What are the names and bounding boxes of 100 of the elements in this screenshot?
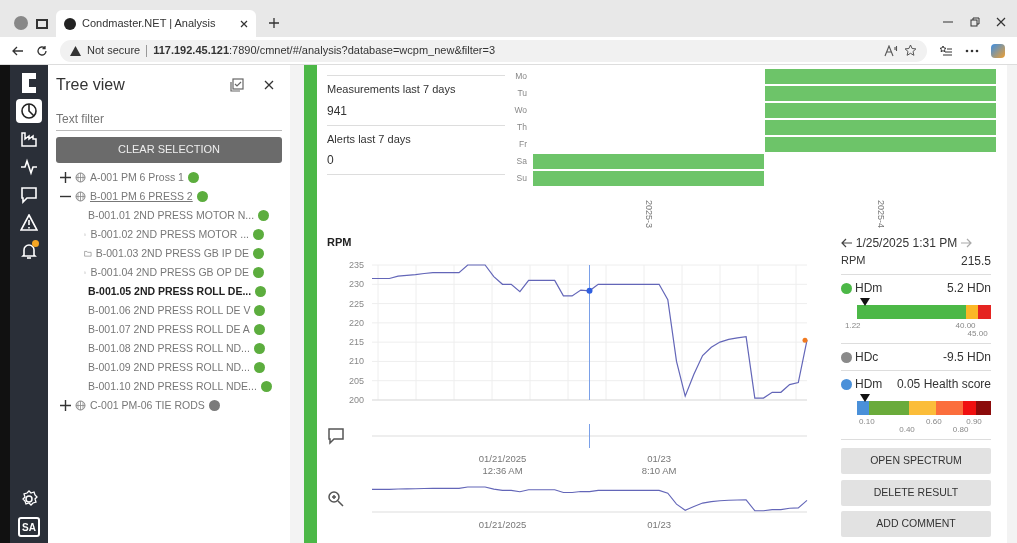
day-label: Wo	[514, 105, 527, 115]
tick-label: 205	[348, 375, 364, 386]
scale-label: 0.90	[966, 416, 982, 427]
expand-icon[interactable]	[60, 172, 71, 183]
address-bar[interactable]: Not secure 117.192.45.121:7890/cmnet/#/analysis?database=wcpm_new&filter=3	[60, 39, 927, 62]
tree-node[interactable]: B-001 PM 6 PRESS 2	[90, 188, 193, 205]
date-label: 01/23	[646, 517, 672, 532]
tree-item[interactable]: B-001.04 2ND PRESS GB OP DE	[90, 264, 249, 281]
measure-label: HDc	[855, 349, 879, 367]
url-text: 117.192.45.121:7890/cmnet/#/analysis?database=wcpm_new&filter=3	[153, 43, 496, 59]
date-text: 1/25/2025 1:31 PM	[855, 235, 958, 253]
date-label: 01/21/2025	[477, 517, 528, 532]
time-label: 8:10 AM	[640, 464, 678, 476]
rail-button[interactable]	[16, 99, 42, 123]
back-icon[interactable]	[12, 45, 24, 56]
browser-tab[interactable]: Condmaster.NET | Analysis	[56, 10, 256, 37]
read-aloud-icon[interactable]	[884, 44, 898, 57]
measure-value: 0.05 Health score	[896, 376, 991, 394]
tree-item[interactable]: B-001.06 2ND PRESS ROLL DE V	[88, 302, 251, 319]
comment-icon[interactable]	[327, 426, 345, 445]
pulse-icon	[20, 158, 38, 176]
close-icon[interactable]	[264, 80, 274, 90]
tick-label: 200	[348, 394, 364, 405]
pie-chart-icon	[20, 102, 38, 120]
close-icon[interactable]	[996, 17, 1006, 27]
week-label: 2025-4	[874, 200, 887, 229]
scale-label: 1.22	[845, 320, 861, 333]
tree-item[interactable]: B-001.09 2ND PRESS ROLL ND...	[88, 359, 250, 376]
tree-item[interactable]: B-001.01 2ND PRESS MOTOR N...	[88, 207, 255, 224]
measure-label: HDm	[855, 280, 883, 298]
clear-selection-button[interactable]: CLEAR SELECTION	[56, 136, 282, 163]
measure-value: 215.5	[960, 253, 991, 271]
tree-item[interactable]: B-001.03 2ND PRESS GB IP DE	[95, 245, 249, 262]
globe-icon	[75, 191, 86, 202]
tree-item[interactable]: A-001 PM 6 Pross 1	[90, 169, 184, 186]
scale-label: 0.80	[952, 424, 969, 437]
pointer-icon	[860, 298, 871, 307]
stat-value: 941	[327, 102, 349, 120]
warning-icon	[70, 45, 81, 56]
scrollbar[interactable]	[1007, 65, 1017, 543]
day-label: Th	[517, 122, 527, 132]
measure-label: RPM	[841, 253, 866, 269]
scale-label: 45.00	[967, 328, 988, 341]
reload-icon[interactable]	[36, 44, 48, 57]
day-label: Sa	[516, 156, 527, 166]
tab-title: Condmaster.NET | Analysis	[82, 16, 216, 32]
stat-value: 0	[327, 152, 335, 169]
tick-label: 225	[348, 298, 364, 309]
action-button[interactable]: OPEN SPECTRUM	[841, 448, 991, 475]
panel-title: Tree view	[56, 75, 125, 95]
tick-label: 210	[348, 355, 364, 366]
day-label: Fr	[518, 139, 527, 149]
chat-icon	[20, 186, 38, 204]
tree-item[interactable]: B-001.05 2ND PRESS ROLL DE...	[88, 283, 252, 300]
user-avatar[interactable]: SA	[18, 517, 40, 537]
action-button[interactable]: ADD COMMENT	[841, 511, 991, 538]
scale-label: 0.40	[899, 424, 915, 437]
new-tab-icon[interactable]	[268, 17, 280, 29]
action-button[interactable]: DELETE RESULT	[841, 479, 991, 506]
tick-label: 220	[348, 317, 364, 328]
security-label: Not secure	[87, 43, 141, 59]
restore-icon[interactable]	[969, 17, 980, 27]
day-label: Su	[516, 173, 527, 183]
more-icon[interactable]	[965, 48, 979, 53]
tree-item[interactable]: B-001.07 2ND PRESS ROLL DE A	[88, 321, 250, 338]
selected-point[interactable]	[586, 287, 593, 294]
date-label: 01/21/2025	[477, 452, 528, 464]
close-icon[interactable]	[240, 19, 248, 28]
copilot-icon[interactable]	[991, 43, 1005, 58]
day-label: Tu	[517, 88, 527, 98]
tick-label: 215	[348, 336, 364, 347]
tick-label: 235	[348, 259, 364, 270]
expand-icon[interactable]	[60, 400, 71, 411]
chart-title: RPM	[327, 235, 353, 251]
scale-label: 0.60	[926, 416, 942, 429]
favorites-icon[interactable]	[939, 44, 953, 57]
pointer-icon	[860, 394, 871, 403]
measure-value: 5.2 HDn	[946, 280, 991, 298]
stat-label: Alerts last 7 days	[327, 131, 412, 147]
tree-item[interactable]: B-001.02 2ND PRESS MOTOR ...	[90, 226, 249, 243]
site-icon	[64, 17, 76, 30]
tree-item[interactable]: B-001.08 2ND PRESS ROLL ND...	[88, 340, 250, 357]
profile-icon[interactable]	[14, 16, 28, 30]
measure-label: HDm	[855, 376, 883, 394]
globe-icon	[75, 400, 86, 411]
tick-label: 230	[348, 278, 364, 289]
tree-item[interactable]: B-001.10 2ND PRESS ROLL NDE...	[88, 378, 257, 395]
week-label: 2025-3	[642, 200, 655, 229]
scale-label: 40.00	[955, 320, 976, 331]
zoom-in-icon[interactable]	[327, 489, 345, 508]
time-label: 12:36 AM	[481, 464, 524, 476]
tab-list-icon[interactable]	[36, 19, 48, 29]
select-all-icon[interactable]	[230, 78, 244, 92]
favorite-icon[interactable]	[904, 44, 917, 57]
day-label: Mo	[515, 71, 527, 81]
previous-icon[interactable]	[841, 238, 853, 249]
factory-icon	[20, 130, 38, 148]
date-label: 01/23	[646, 452, 672, 464]
last-point	[802, 337, 808, 343]
tree-item[interactable]: C-001 PM-06 TIE RODS	[90, 397, 205, 414]
